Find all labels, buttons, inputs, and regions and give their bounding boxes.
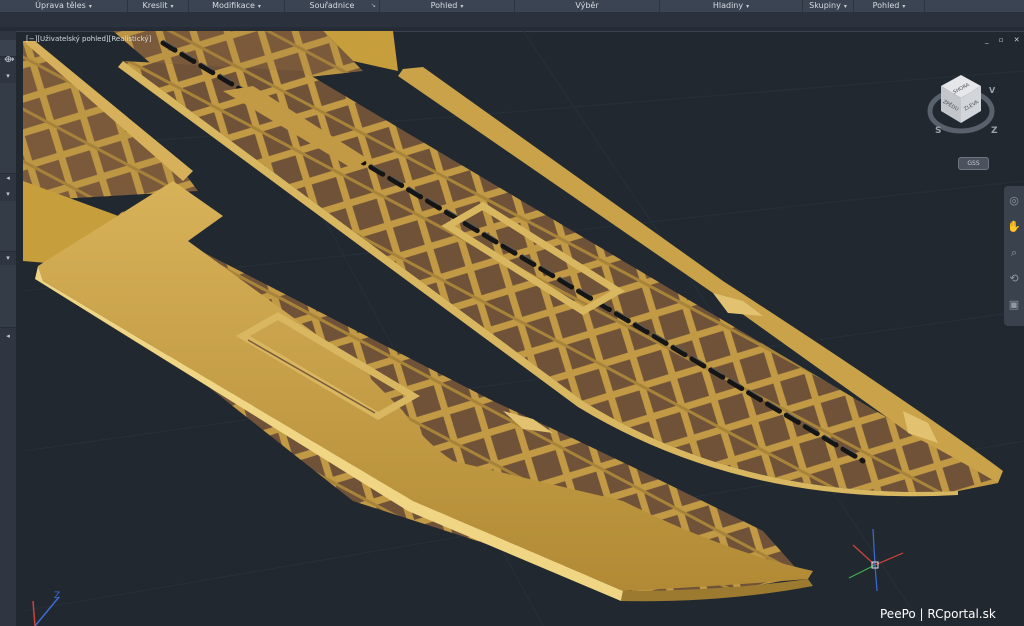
caret-down-icon[interactable]: ▾ xyxy=(0,253,16,263)
viewport-controls-label[interactable]: [−][Uživatelský pohled][Realistický] xyxy=(26,35,151,43)
caret-down-icon: ▾ xyxy=(88,3,92,10)
panel-coordinates[interactable]: Souřadnice ↘ xyxy=(285,0,380,12)
panel-label: Úprava těles xyxy=(35,1,86,10)
panel-label: Hladiny xyxy=(712,1,744,10)
caret-left-icon[interactable]: ◂ xyxy=(0,173,16,183)
compass-south[interactable]: S xyxy=(935,126,941,136)
caret-down-icon: ▾ xyxy=(257,3,261,10)
panel-selection[interactable]: Výběr xyxy=(515,0,660,12)
caret-down-icon: ▾ xyxy=(843,3,847,10)
caret-down-icon: ▾ xyxy=(746,3,750,10)
caret-left-icon[interactable]: ◂ xyxy=(0,331,16,341)
viewcube[interactable]: SHORA ZPĚDU ZLEVA S Z V xyxy=(927,75,998,136)
axis-z-label: Z xyxy=(54,591,60,601)
panel-solid-editing[interactable]: Úprava těles ▾ xyxy=(0,0,128,12)
panel-view[interactable]: Pohled ▾ xyxy=(380,0,515,12)
caret-down-icon: ▾ xyxy=(460,3,464,10)
viewport-canvas[interactable]: Z SHORA ZPĚDU ZLEVA S Z V xyxy=(23,31,1024,626)
pan-icon[interactable]: ✋ xyxy=(1007,220,1021,234)
navigation-bar: ◎ ✋ ⌕ ⟲ ▣ xyxy=(1004,186,1024,326)
panel-label: Souřadnice xyxy=(309,1,355,10)
wcs-menu-button[interactable]: GSS xyxy=(958,157,989,170)
zoom-icon[interactable]: ⌕ xyxy=(1007,246,1021,260)
watermark-text: PeePo | RCportal.sk xyxy=(880,607,996,621)
ucs-icon xyxy=(848,528,904,592)
palette-section[interactable] xyxy=(0,83,16,174)
orbit-icon[interactable]: ⟲ xyxy=(1007,272,1021,286)
dialog-launcher-icon[interactable]: ↘ xyxy=(371,0,376,12)
steering-wheel-icon[interactable]: ◎ xyxy=(1007,194,1021,208)
panel-layers[interactable]: Hladiny ▾ xyxy=(660,0,803,12)
palette-section[interactable] xyxy=(0,201,16,252)
panel-label: Pohled xyxy=(430,1,458,10)
caret-down-icon: ▾ xyxy=(902,3,906,10)
panel-view-2[interactable]: Pohled ▾ xyxy=(854,0,925,12)
panel-modify[interactable]: Modifikace ▾ xyxy=(189,0,285,12)
tool-palette: ▾ ◂ ▾ ▾ ◂ xyxy=(0,31,16,626)
panel-label: Kreslit xyxy=(142,1,168,10)
caret-down-icon[interactable]: ▾ xyxy=(0,71,16,81)
showmotion-icon[interactable]: ▣ xyxy=(1007,298,1021,312)
viewport-window-controls[interactable]: _ ▫ ✕ xyxy=(985,36,1024,44)
palette-tool-icon[interactable]: ⟴ xyxy=(4,55,20,69)
caret-down-icon[interactable]: ▾ xyxy=(0,189,16,199)
panel-groups[interactable]: Skupiny ▾ xyxy=(803,0,854,12)
model-viewport[interactable]: Z SHORA ZPĚDU ZLEVA S Z V xyxy=(23,31,1024,626)
caret-down-icon: ▾ xyxy=(170,3,174,10)
panel-label: Modifikace xyxy=(212,1,255,10)
panel-draw[interactable]: Kreslit ▾ xyxy=(128,0,189,12)
panel-label: Skupiny xyxy=(809,1,841,10)
palette-section[interactable] xyxy=(0,265,16,328)
ribbon-panel-bar: Úprava těles ▾ Kreslit ▾ Modifikace ▾ Souřa… xyxy=(0,0,1024,13)
ribbon-lower-strip xyxy=(0,13,1024,27)
compass-west[interactable]: Z xyxy=(991,126,998,136)
panel-label: Pohled xyxy=(872,1,900,10)
panel-label: Výběr xyxy=(575,1,599,10)
compass-east[interactable]: V xyxy=(989,86,996,95)
